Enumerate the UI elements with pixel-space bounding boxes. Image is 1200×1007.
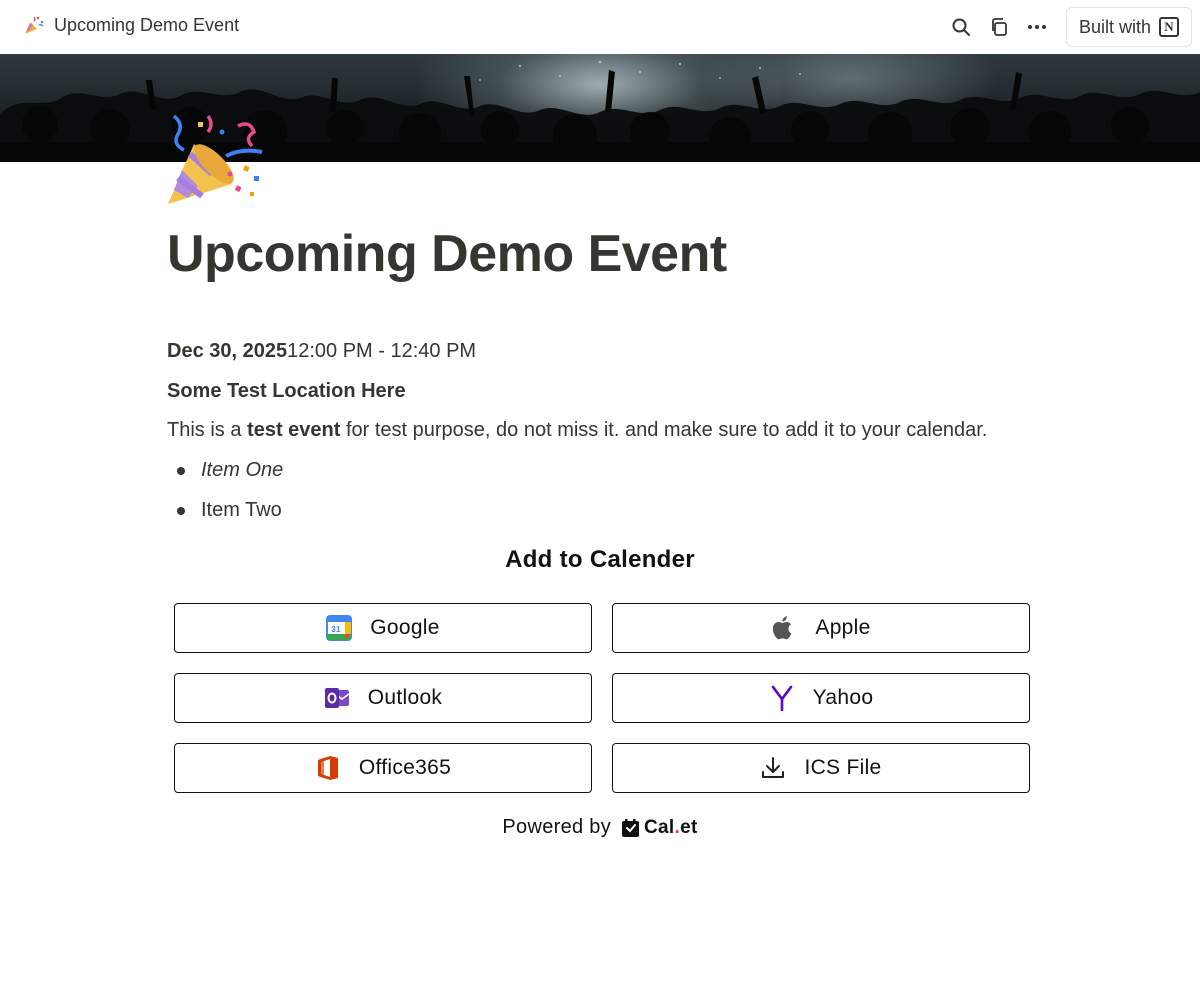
- ics-file-button[interactable]: ICS File: [612, 743, 1030, 793]
- party-popper-icon: [22, 13, 46, 37]
- office365-icon: [315, 755, 341, 781]
- description-text-after: for test purpose, do not miss it. and ma…: [340, 419, 988, 441]
- more-button[interactable]: [1018, 8, 1056, 46]
- built-with-label: Built with: [1078, 16, 1151, 37]
- event-datetime: Dec 30, 202512:00 PM - 12:40 PM: [167, 340, 476, 363]
- breadcrumb-title: Upcoming Demo Event: [54, 14, 240, 35]
- event-location: Some Test Location Here: [167, 380, 406, 402]
- yahoo-label: Yahoo: [812, 686, 874, 709]
- event-date: Dec 30, 2025: [167, 340, 288, 362]
- notion-logo-icon: N: [1159, 17, 1179, 37]
- google-calendar-icon: 31: [326, 615, 353, 641]
- duplicate-icon: [992, 18, 1007, 36]
- apple-icon: [771, 615, 797, 641]
- outlook-label: Outlook: [367, 686, 443, 709]
- outlook-calendar-button[interactable]: Outlook: [174, 673, 592, 723]
- search-icon: [952, 18, 970, 36]
- brand-name: Cal: [644, 816, 675, 838]
- yahoo-calendar-button[interactable]: Yahoo: [612, 673, 1030, 723]
- list-item: Item One: [167, 458, 283, 498]
- built-with-notion-button[interactable]: Built with N: [1065, 7, 1192, 47]
- event-time: 12:00 PM - 12:40 PM: [287, 340, 477, 362]
- description-bold: test event: [247, 419, 341, 441]
- powered-by: Powered by Cal.et: [0, 816, 1200, 839]
- event-description: This is a test event for test purpose, d…: [167, 419, 987, 442]
- apple-label: Apple: [815, 616, 871, 639]
- google-calendar-button[interactable]: 31 Google: [174, 603, 592, 653]
- add-to-calendar-heading: Add to Calender: [505, 546, 695, 573]
- calet-logo-link[interactable]: Cal.et: [621, 817, 698, 839]
- yahoo-icon: [769, 685, 795, 711]
- brand-suffix: et: [680, 816, 698, 838]
- description-text-before: This is a: [167, 419, 248, 441]
- breadcrumb[interactable]: Upcoming Demo Event: [22, 13, 239, 37]
- list-item: Item Two: [167, 498, 283, 538]
- ics-file-label: ICS File: [804, 756, 882, 779]
- page-title: Upcoming Demo Event: [167, 225, 727, 283]
- top-bar: Upcoming Demo Event Built with N: [0, 0, 1200, 54]
- calendar-buttons: 31 Google Apple Outlook Yahoo Office365 …: [174, 603, 1030, 793]
- more-icon: [1027, 25, 1046, 29]
- search-button[interactable]: [942, 8, 980, 46]
- duplicate-button[interactable]: [980, 8, 1018, 46]
- calet-logo-icon: [622, 818, 640, 837]
- download-icon: [760, 755, 786, 781]
- bullet-list: Item One Item Two: [167, 458, 283, 538]
- powered-by-label: Powered by: [502, 816, 612, 838]
- svg-text:31: 31: [331, 625, 341, 634]
- apple-calendar-button[interactable]: Apple: [612, 603, 1030, 653]
- page-party-popper-icon[interactable]: [164, 108, 270, 214]
- outlook-icon: [324, 685, 350, 711]
- office365-calendar-button[interactable]: Office365: [174, 743, 592, 793]
- google-label: Google: [370, 616, 440, 639]
- top-actions: Built with N: [942, 7, 1192, 47]
- office365-label: Office365: [358, 756, 452, 779]
